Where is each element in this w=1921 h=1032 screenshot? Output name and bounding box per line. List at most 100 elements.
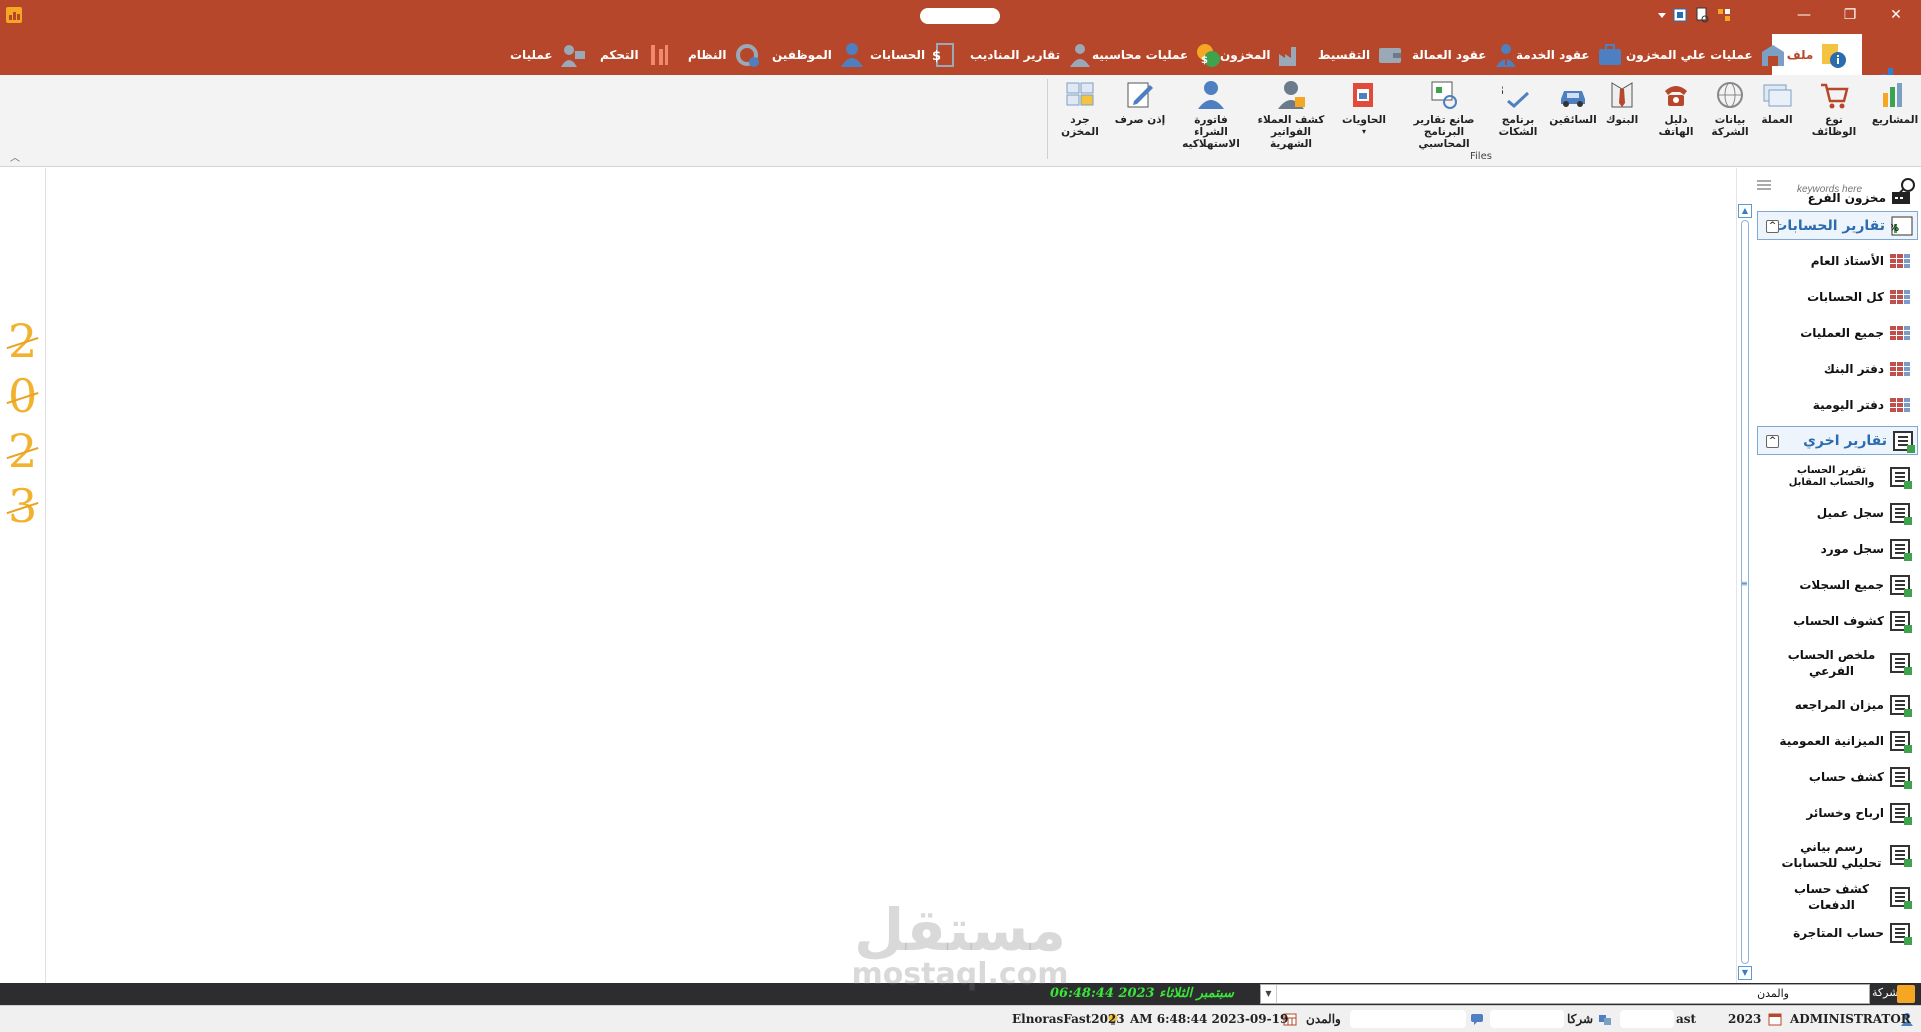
nav-item[interactable]: ارباح وخسائر — [1755, 795, 1920, 831]
tab-label: ملف — [1786, 47, 1814, 62]
ribbon-currency-button[interactable]: العملة — [1757, 79, 1797, 126]
status-bar-bottom: ADMINISTRATOR 2023 ast شركا والمدن AM 6:… — [0, 1005, 1921, 1032]
nav-group-other-reports[interactable]: تقارير اخري ^ — [1757, 426, 1918, 455]
tab-operations[interactable]: عمليات — [510, 34, 587, 75]
quick-access-dropdown-icon[interactable] — [1654, 7, 1670, 23]
tab-label: التقسيط — [1318, 47, 1371, 62]
dropdown-arrow-icon[interactable]: ▾ — [1362, 126, 1366, 138]
tab-warehouse-operations[interactable]: عمليات علي المخزون — [1626, 34, 1787, 75]
spellcheck-icon: AB — [1502, 84, 1530, 108]
ribbon-panel: المشاريع نوع الوظائف العملة بيانات الشرك… — [0, 75, 1921, 167]
ribbon-company-data-button[interactable]: بيانات الشركة — [1710, 79, 1750, 138]
restore-button[interactable]: ❐ — [1827, 0, 1873, 30]
scroll-grip-icon[interactable]: ≡ — [1741, 579, 1748, 588]
tab-service-contracts[interactable]: عقود الخدمة — [1516, 34, 1624, 75]
tab-label: الموظفين — [772, 47, 832, 62]
main-workspace[interactable] — [46, 168, 1736, 983]
nav-item[interactable]: ملخص الحساب الفرعي — [1755, 639, 1920, 687]
ribbon-job-types-button[interactable]: نوع الوظائف — [1803, 79, 1865, 138]
tab-label: الحسابات — [870, 47, 926, 62]
controls-icon — [650, 44, 668, 65]
print-preview-icon[interactable] — [1694, 7, 1710, 23]
tab-installments[interactable]: التقسيط — [1318, 34, 1404, 75]
nav-group-account-reports[interactable]: % تقارير الحسابات ^ — [1757, 211, 1918, 240]
nav-item[interactable]: ميزان المراجعه — [1755, 687, 1920, 723]
app-name: ElnorasFast2023 — [1012, 1012, 1125, 1026]
inventory-icon — [1066, 82, 1094, 106]
cities-combo[interactable]: والمدن ▼ — [1260, 984, 1870, 1004]
nav-item[interactable]: الأستاذ العام — [1755, 243, 1920, 279]
cart-icon — [1821, 83, 1849, 109]
ribbon-report-maker-button[interactable]: صانع تقارير البرنامج المحاسبي — [1398, 79, 1490, 150]
nav-item[interactable]: كشف حساب — [1755, 759, 1920, 795]
nav-item[interactable]: جميع العمليات — [1755, 315, 1920, 351]
ribbon-inventory-count-button[interactable]: جرد المخزن — [1052, 79, 1108, 138]
help-icon[interactable] — [1672, 7, 1688, 23]
nav-item[interactable]: تقرير الحساب والحساب المقابل — [1755, 458, 1920, 495]
tab-labor-contracts[interactable]: عقود العمالة — [1412, 34, 1520, 75]
collapse-ribbon-icon[interactable]: ︿ — [10, 149, 20, 164]
year-digit: 3 — [8, 479, 38, 533]
nav-item[interactable]: كل الحسابات — [1755, 279, 1920, 315]
svg-text:$: $ — [932, 49, 941, 64]
tab-accounting-operations[interactable]: $ عمليات محاسبيه — [1092, 34, 1222, 75]
nav-item[interactable]: كشف حساب الدفعات — [1755, 879, 1920, 915]
nav-item[interactable]: دفتر البنك — [1755, 351, 1920, 387]
nav-item[interactable]: سجل مورد — [1755, 531, 1920, 567]
ribbon-purchase-invoice-button[interactable]: فاتورة الشراء الاستهلاكيه — [1176, 79, 1246, 150]
nav-scrollbar[interactable]: ▲ ≡ ▼ — [1738, 204, 1752, 982]
system-refresh-icon — [735, 43, 759, 67]
ribbon-containers-button[interactable]: الحاويات ▾ — [1338, 79, 1390, 138]
collapse-group-icon[interactable]: ^ — [1766, 220, 1779, 233]
app-logo-icon[interactable] — [6, 7, 22, 23]
ribbon-phone-directory-button[interactable]: دليل الهاتف — [1648, 79, 1704, 138]
year-strip: 2 0 2 3 — [0, 168, 46, 983]
tab-label: النظام — [688, 47, 727, 62]
minimize-button[interactable]: — — [1781, 0, 1827, 30]
coins-icon: $ — [1197, 43, 1221, 67]
ribbon-cheques-button[interactable]: AB برنامج الشكات — [1496, 79, 1540, 138]
nav-item[interactable]: جميع السجلات — [1755, 567, 1920, 603]
tab-system[interactable]: النظام — [688, 34, 761, 75]
ribbon-customer-statement-button[interactable]: كشف العملاء الفواتير الشهرية — [1252, 79, 1330, 150]
grid-report-icon — [1890, 398, 1910, 412]
ribbon-disbursement-button[interactable]: إذن صرف — [1112, 79, 1168, 126]
tab-control[interactable]: التحكم — [600, 34, 673, 75]
scroll-down-icon[interactable]: ▼ — [1738, 966, 1752, 980]
redacted-field — [1490, 1010, 1564, 1028]
company-fragment: ast — [1676, 1012, 1697, 1026]
close-button[interactable]: ✕ — [1873, 0, 1919, 30]
company-icon — [1599, 1015, 1611, 1025]
tab-label: عمليات محاسبيه — [1092, 47, 1189, 62]
nav-item[interactable]: رسم بياني تحليلي للحسابات — [1755, 831, 1920, 879]
chevron-down-icon[interactable]: ▼ — [1261, 985, 1277, 1003]
nav-item[interactable]: الميزانية العمومية — [1755, 723, 1920, 759]
tab-inventory[interactable]: المخزون — [1220, 34, 1304, 75]
layout-icon[interactable] — [1716, 7, 1732, 23]
current-datetime: AM 6:48:44 2023-09-19 — [1130, 1012, 1289, 1026]
nav-item[interactable]: دفتر اليومية — [1755, 387, 1920, 423]
ribbon-projects-button[interactable]: المشاريع — [1872, 79, 1918, 126]
edit-icon — [1127, 82, 1153, 108]
collapse-group-icon[interactable]: ^ — [1766, 435, 1779, 448]
nav-item[interactable]: كشوف الحساب — [1755, 603, 1920, 639]
tab-accounts[interactable]: $ الحسابات — [870, 34, 959, 75]
currency-icon — [1763, 84, 1792, 107]
scroll-up-icon[interactable]: ▲ — [1738, 204, 1752, 218]
tab-agent-reports[interactable]: تقارير المناديب — [970, 34, 1094, 75]
grid-report-icon — [1890, 290, 1910, 304]
bank-tie-icon — [1611, 82, 1633, 108]
home-icon[interactable] — [1897, 985, 1915, 1003]
ribbon-banks-button[interactable]: البنوك — [1602, 79, 1642, 126]
nav-item[interactable]: حساب المتاجرة — [1755, 915, 1920, 951]
tab-label: تقارير المناديب — [970, 47, 1061, 62]
ribbon-group-separator — [1047, 79, 1048, 159]
projects-icon — [1883, 83, 1902, 107]
nav-item[interactable]: مخزون الفرع — [1755, 188, 1920, 208]
nav-list: مخزون الفرع % تقارير الحسابات ^ الأستاذ … — [1755, 191, 1920, 951]
redacted-field — [1350, 1010, 1466, 1028]
scroll-track[interactable] — [1741, 220, 1749, 964]
ribbon-drivers-button[interactable]: السائقين — [1548, 79, 1598, 126]
nav-item[interactable]: سجل عميل — [1755, 495, 1920, 531]
tab-employees[interactable]: الموظفين — [772, 34, 866, 75]
